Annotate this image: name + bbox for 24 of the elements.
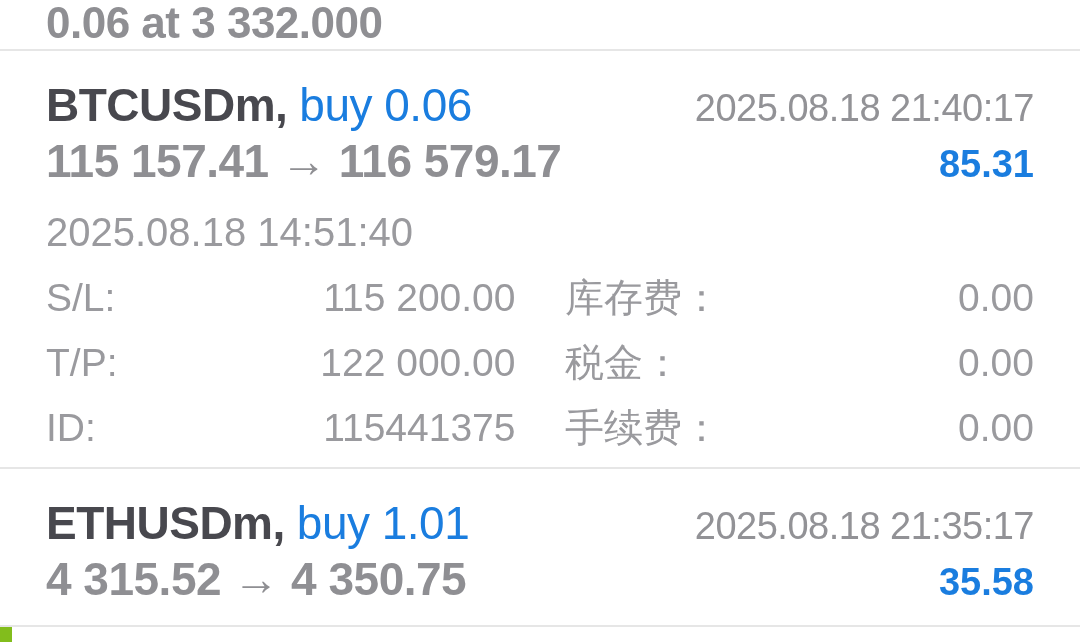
close-time-text: 2025.08.18 21:40:17 <box>694 86 1034 131</box>
price-range-text: 4 315.52 → 4 350.75 <box>46 552 467 607</box>
price-range-text: 115 157.41 → 116 579.17 <box>46 134 562 189</box>
detail-value: 0.00 <box>958 340 1034 386</box>
trade-summary-text: 0.06 at 3 332.000 <box>46 1 383 45</box>
detail-value: 0.00 <box>958 405 1034 451</box>
detail-label: 税金： <box>564 340 682 386</box>
detail-value: 122 000.00 <box>320 340 516 386</box>
profit-value: 35.58 <box>938 560 1034 605</box>
detail-label: T/P: <box>46 340 118 386</box>
open-time-text: 2025.08.18 14:51:40 <box>46 209 413 256</box>
order-label: buy 1.01 <box>296 497 470 549</box>
profit-value: 85.31 <box>938 142 1034 187</box>
symbol-label: ETHUSDm, <box>46 497 285 549</box>
detail-label: S/L: <box>46 275 116 321</box>
detail-value: 115 200.00 <box>323 275 516 321</box>
detail-label: ID: <box>46 405 96 451</box>
detail-value: 115441375 <box>323 405 516 451</box>
detail-label: 库存费： <box>564 275 721 321</box>
order-label: buy 0.06 <box>299 79 472 131</box>
detail-label: 手续费： <box>564 405 721 451</box>
symbol-label: BTCUSDm, <box>46 79 288 131</box>
close-time-text: 2025.08.18 21:35:17 <box>694 504 1034 549</box>
detail-value: 0.00 <box>958 275 1034 321</box>
